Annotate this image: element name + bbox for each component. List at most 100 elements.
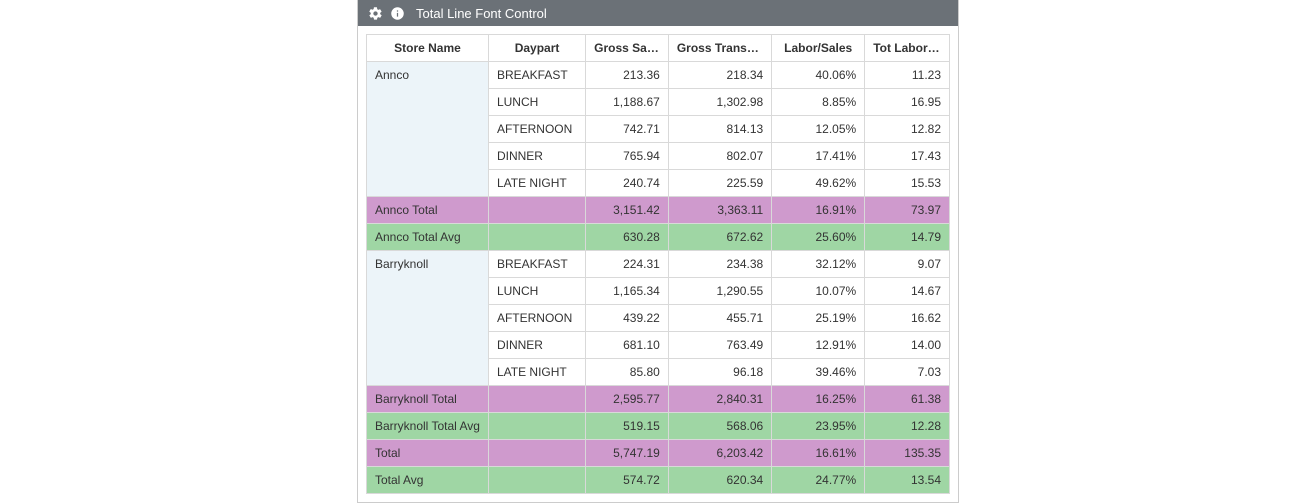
store-total-avg-gross-transactions: 568.06 — [668, 413, 771, 440]
col-daypart[interactable]: Daypart — [488, 35, 585, 62]
grand-total-avg-gross-transactions: 620.34 — [668, 467, 771, 494]
daypart-cell: LUNCH — [488, 89, 585, 116]
daypart-cell: AFTERNOON — [488, 116, 585, 143]
panel-title: Total Line Font Control — [416, 6, 547, 21]
panel-titlebar: Total Line Font Control — [358, 0, 958, 26]
grand-total-gross-sales: 5,747.19 — [586, 440, 669, 467]
labor-sales-cell: 12.91% — [772, 332, 865, 359]
labor-sales-cell: 40.06% — [772, 62, 865, 89]
store-total-tot-labor-hrs: 61.38 — [865, 386, 950, 413]
store-name-cell: Annco — [367, 62, 489, 197]
col-store-name[interactable]: Store Name — [367, 35, 489, 62]
gross-transactions-cell: 1,290.55 — [668, 278, 771, 305]
store-total-daypart — [488, 197, 585, 224]
info-icon[interactable] — [388, 4, 406, 22]
col-labor-sales[interactable]: Labor/Sales — [772, 35, 865, 62]
gross-sales-cell: 224.31 — [586, 251, 669, 278]
store-total-avg-tot-labor-hrs: 14.79 — [865, 224, 950, 251]
daypart-cell: BREAKFAST — [488, 251, 585, 278]
labor-sales-cell: 32.12% — [772, 251, 865, 278]
store-total-avg-labor-sales: 23.95% — [772, 413, 865, 440]
tot-labor-hrs-cell: 17.43 — [865, 143, 950, 170]
store-total-row: Barryknoll Total 2,595.772,840.3116.25%61… — [367, 386, 950, 413]
table-row: BarryknollBREAKFAST224.31234.3832.12%9.0… — [367, 251, 950, 278]
tot-labor-hrs-cell: 14.00 — [865, 332, 950, 359]
header-row: Store Name Daypart Gross Sales Gross Tra… — [367, 35, 950, 62]
daypart-cell: AFTERNOON — [488, 305, 585, 332]
store-total-avg-row: Barryknoll Total Avg 519.15568.0623.95%12… — [367, 413, 950, 440]
tot-labor-hrs-cell: 16.95 — [865, 89, 950, 116]
store-total-avg-labor-sales: 25.60% — [772, 224, 865, 251]
store-total-label: Annco Total — [367, 197, 489, 224]
store-total-avg-gross-transactions: 672.62 — [668, 224, 771, 251]
gross-sales-cell: 681.10 — [586, 332, 669, 359]
tot-labor-hrs-cell: 11.23 — [865, 62, 950, 89]
labor-sales-cell: 25.19% — [772, 305, 865, 332]
tot-labor-hrs-cell: 12.82 — [865, 116, 950, 143]
gross-transactions-cell: 814.13 — [668, 116, 771, 143]
store-total-label: Barryknoll Total — [367, 386, 489, 413]
col-gross-transactions[interactable]: Gross Transactions — [668, 35, 771, 62]
col-gross-sales[interactable]: Gross Sales — [586, 35, 669, 62]
store-total-avg-tot-labor-hrs: 12.28 — [865, 413, 950, 440]
gross-sales-cell: 765.94 — [586, 143, 669, 170]
store-total-avg-row: Annco Total Avg 630.28672.6225.60%14.79 — [367, 224, 950, 251]
gross-transactions-cell: 225.59 — [668, 170, 771, 197]
daypart-cell: LATE NIGHT — [488, 170, 585, 197]
gross-transactions-cell: 802.07 — [668, 143, 771, 170]
gross-transactions-cell: 234.38 — [668, 251, 771, 278]
gross-transactions-cell: 218.34 — [668, 62, 771, 89]
table-row: AnncoBREAKFAST213.36218.3440.06%11.23 — [367, 62, 950, 89]
daypart-cell: DINNER — [488, 332, 585, 359]
store-name-cell: Barryknoll — [367, 251, 489, 386]
store-total-tot-labor-hrs: 73.97 — [865, 197, 950, 224]
grand-total-labor-sales: 16.61% — [772, 440, 865, 467]
gross-sales-cell: 439.22 — [586, 305, 669, 332]
daypart-cell: DINNER — [488, 143, 585, 170]
daypart-cell: BREAKFAST — [488, 62, 585, 89]
grand-total-avg-tot-labor-hrs: 13.54 — [865, 467, 950, 494]
store-total-gross-sales: 2,595.77 — [586, 386, 669, 413]
gear-icon[interactable] — [366, 4, 384, 22]
labor-sales-cell: 39.46% — [772, 359, 865, 386]
col-tot-labor-hrs[interactable]: Tot Labor Hrs — [865, 35, 950, 62]
report-panel: Total Line Font Control Store Name Daypa… — [357, 0, 959, 503]
store-total-row: Annco Total 3,151.423,363.1116.91%73.97 — [367, 197, 950, 224]
store-total-avg-daypart — [488, 413, 585, 440]
tot-labor-hrs-cell: 14.67 — [865, 278, 950, 305]
gross-sales-cell: 742.71 — [586, 116, 669, 143]
store-total-gross-sales: 3,151.42 — [586, 197, 669, 224]
grand-total-row: Total 5,747.196,203.4216.61%135.35 — [367, 440, 950, 467]
gross-sales-cell: 213.36 — [586, 62, 669, 89]
store-total-avg-label: Barryknoll Total Avg — [367, 413, 489, 440]
labor-sales-cell: 49.62% — [772, 170, 865, 197]
gross-transactions-cell: 455.71 — [668, 305, 771, 332]
grand-total-gross-transactions: 6,203.42 — [668, 440, 771, 467]
grand-total-label: Total — [367, 440, 489, 467]
store-total-labor-sales: 16.91% — [772, 197, 865, 224]
gross-sales-cell: 1,188.67 — [586, 89, 669, 116]
grand-total-avg-row: Total Avg574.72620.3424.77%13.54 — [367, 467, 950, 494]
gross-transactions-cell: 763.49 — [668, 332, 771, 359]
store-total-labor-sales: 16.25% — [772, 386, 865, 413]
store-total-gross-transactions: 3,363.11 — [668, 197, 771, 224]
gross-sales-cell: 85.80 — [586, 359, 669, 386]
labor-sales-cell: 12.05% — [772, 116, 865, 143]
labor-sales-cell: 10.07% — [772, 278, 865, 305]
store-total-gross-transactions: 2,840.31 — [668, 386, 771, 413]
tot-labor-hrs-cell: 9.07 — [865, 251, 950, 278]
store-total-avg-daypart — [488, 224, 585, 251]
gross-sales-cell: 240.74 — [586, 170, 669, 197]
store-total-avg-label: Annco Total Avg — [367, 224, 489, 251]
gross-sales-cell: 1,165.34 — [586, 278, 669, 305]
grand-total-tot-labor-hrs: 135.35 — [865, 440, 950, 467]
store-total-avg-gross-sales: 519.15 — [586, 413, 669, 440]
gross-transactions-cell: 1,302.98 — [668, 89, 771, 116]
labor-sales-cell: 8.85% — [772, 89, 865, 116]
store-total-avg-gross-sales: 630.28 — [586, 224, 669, 251]
grand-total-avg-labor-sales: 24.77% — [772, 467, 865, 494]
grand-total-avg-label: Total Avg — [367, 467, 489, 494]
tot-labor-hrs-cell: 16.62 — [865, 305, 950, 332]
tot-labor-hrs-cell: 7.03 — [865, 359, 950, 386]
table-container: Store Name Daypart Gross Sales Gross Tra… — [358, 26, 958, 502]
